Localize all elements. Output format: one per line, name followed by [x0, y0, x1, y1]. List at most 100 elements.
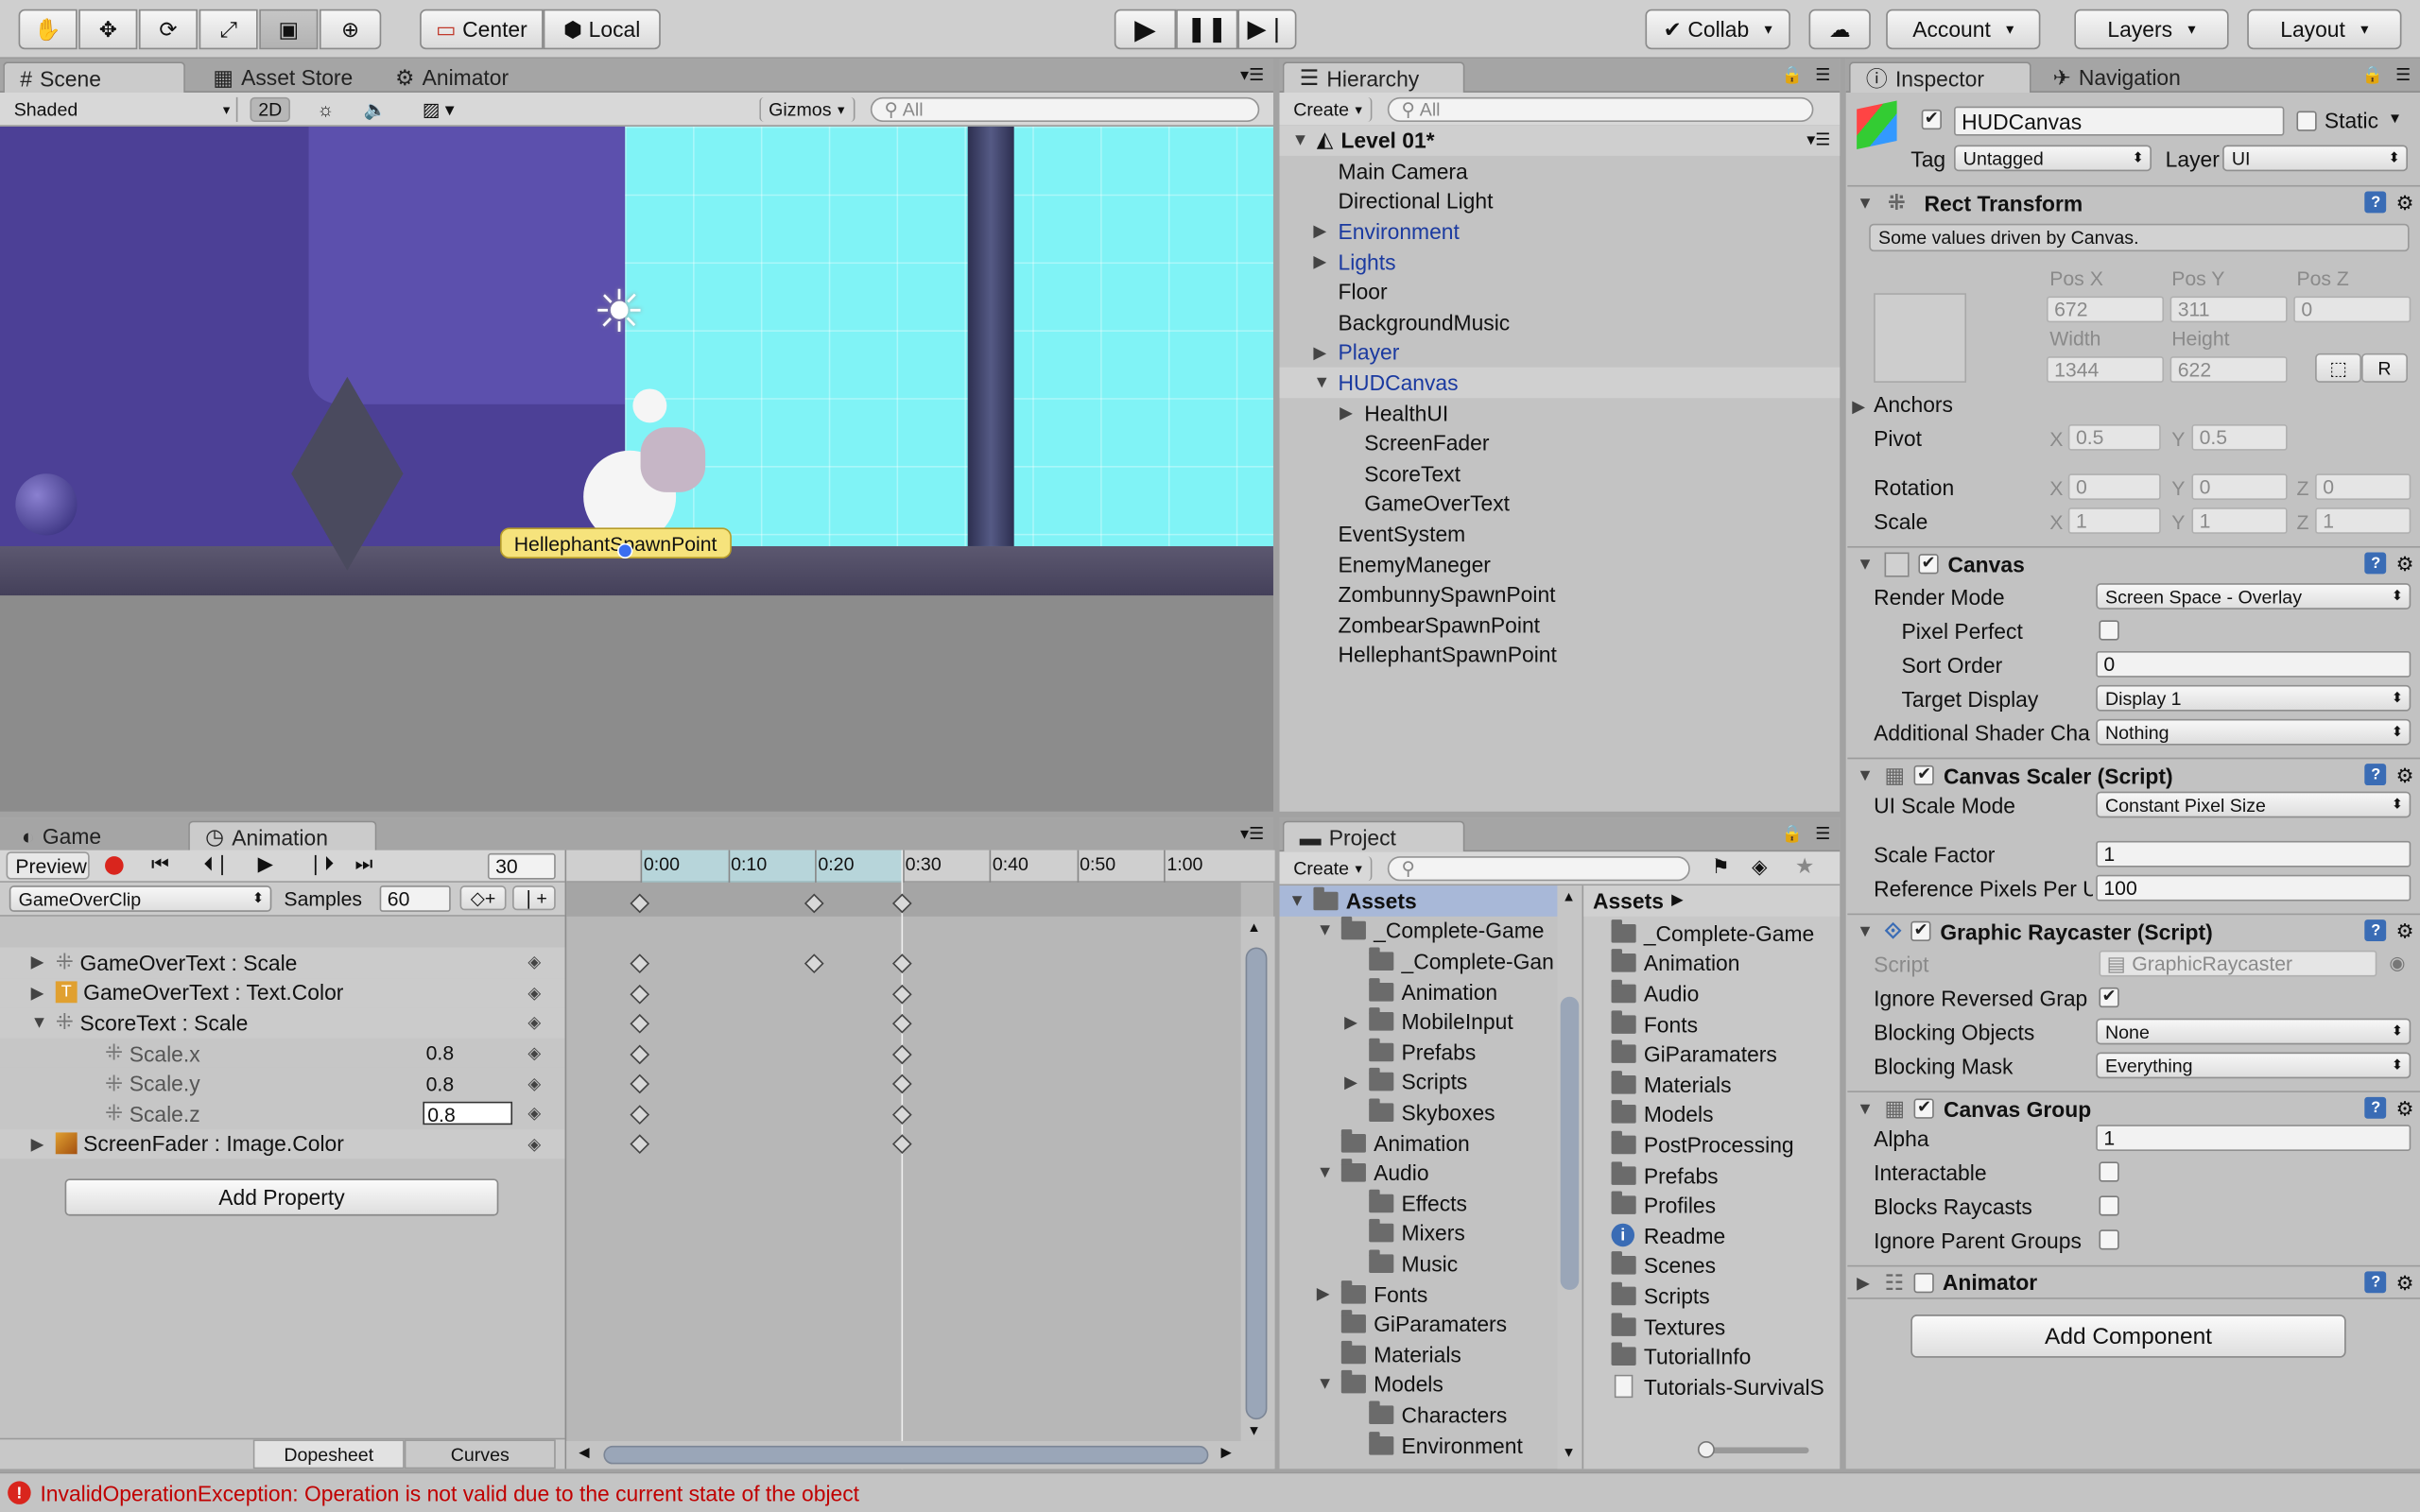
project-folder-item[interactable]: ▼ _Complete-Game [1280, 916, 1560, 946]
lock-icon[interactable]: 🔒 [1782, 824, 1803, 844]
sort-order-field[interactable]: 0 [2096, 650, 2411, 678]
panel-menu-icon[interactable]: ▾☰ [1240, 65, 1264, 85]
expand-arrow-icon[interactable]: ▼ [1288, 891, 1313, 910]
keyframe-marker[interactable] [891, 1074, 911, 1094]
canvas-scaler-header[interactable]: ▼ ▦ ✔ Canvas Scaler (Script) ? ⚙ [1847, 757, 2420, 792]
add-keyframe-button[interactable]: ◇+ [459, 885, 507, 911]
keyframe-marker[interactable] [891, 1105, 911, 1125]
gear-icon[interactable]: ⚙ [2396, 191, 2414, 215]
first-key-icon[interactable]: ⏮ [151, 851, 169, 876]
tab-project[interactable]: ▬ Project [1282, 820, 1465, 852]
keyframe-diamond-icon[interactable]: ◈ [527, 953, 541, 972]
project-folder-item[interactable]: ▼ Models [1280, 1369, 1560, 1400]
tab-animator[interactable]: ⚙ Animator [380, 61, 525, 93]
curves-tab[interactable]: Curves [404, 1439, 556, 1469]
posx-field[interactable]: 672 [2046, 296, 2165, 323]
width-field[interactable]: 1344 [2046, 356, 2165, 383]
hand-tool-button[interactable]: ✋ [18, 9, 78, 50]
script-field[interactable]: ▤ GraphicRaycaster [2099, 950, 2377, 977]
animator-component-header[interactable]: ▶ ☷ Animator ? ⚙ [1847, 1264, 2420, 1299]
project-folder-item[interactable]: _Complete-Gan [1280, 946, 1560, 976]
ui-scale-mode-dropdown[interactable]: Constant Pixel Size [2096, 791, 2411, 818]
assets-breadcrumb[interactable]: Assets ▶ [1583, 885, 1841, 917]
project-tree-scroll-thumb[interactable] [1560, 996, 1580, 1290]
expand-arrow-icon[interactable]: ▶ [31, 983, 56, 1003]
keyframe-diamond-icon[interactable]: ◈ [527, 1104, 541, 1124]
pause-button[interactable]: ❚❚ [1176, 9, 1238, 50]
pivot-y-field[interactable]: 0.5 [2191, 423, 2288, 451]
project-folder-item[interactable]: ▼ Audio [1280, 1158, 1560, 1188]
blocking-objects-dropdown[interactable]: None [2096, 1018, 2411, 1045]
hierarchy-item[interactable]: ▶ Environment [1280, 216, 1841, 247]
last-key-icon[interactable]: ⏭ [355, 851, 373, 876]
active-checkbox[interactable]: ✔ [1921, 109, 1942, 130]
anchors-row[interactable]: ▶ Anchors [1852, 392, 1953, 417]
animation-property-row[interactable]: ⁜ Scale.x 0.8 ◈ [0, 1038, 565, 1069]
favorite-star-icon[interactable]: ★ [1795, 853, 1815, 880]
panel-menu-icon[interactable]: ☰ [1815, 65, 1830, 85]
tab-inspector[interactable]: ⓘ Inspector [1848, 61, 2031, 93]
hierarchy-item[interactable]: ScoreText [1280, 458, 1841, 489]
asset-item[interactable]: Animation [1583, 948, 1840, 978]
scale-factor-field[interactable]: 1 [2096, 840, 2411, 868]
hierarchy-item[interactable]: HellephantSpawnPoint [1280, 640, 1841, 670]
hierarchy-item[interactable]: ▶ HealthUI [1280, 398, 1841, 428]
animation-property-value[interactable]: 0.8 [426, 1072, 455, 1094]
keyframe-marker[interactable] [891, 954, 911, 974]
keyframe-marker[interactable] [891, 984, 911, 1005]
frame-field[interactable]: 30 [487, 852, 556, 880]
project-folder-item[interactable]: Mixers [1280, 1218, 1560, 1248]
project-folder-item[interactable]: Animation [1280, 976, 1560, 1006]
rot-y-field[interactable]: 0 [2191, 473, 2288, 500]
static-checkbox[interactable] [2296, 111, 2317, 131]
keyframe-marker[interactable] [630, 1134, 650, 1155]
next-key-icon[interactable]: ❘⏵ [307, 851, 334, 876]
object-picker-icon[interactable]: ◉ [2389, 952, 2405, 973]
asset-item[interactable]: Fonts [1583, 1008, 1840, 1039]
keyframe-marker[interactable] [630, 1074, 650, 1094]
pivot-center-button[interactable]: ▭ Center [420, 9, 544, 50]
timeline-vscroll[interactable]: ▲ ▼ [1240, 916, 1275, 1441]
icon-size-slider[interactable] [1697, 1440, 1809, 1458]
gear-icon[interactable]: ⚙ [2396, 1271, 2414, 1296]
pivot-x-field[interactable]: 0.5 [2067, 423, 2161, 451]
animator-enabled-checkbox[interactable] [1912, 1272, 1934, 1293]
project-folder-item[interactable]: Effects [1280, 1188, 1560, 1218]
animation-property-row[interactable]: ▶ ScreenFader : Image.Color ◈ [0, 1128, 565, 1160]
keyframe-marker[interactable] [630, 1105, 650, 1125]
scale-y-field[interactable]: 1 [2191, 507, 2288, 534]
asset-item[interactable]: Tutorials-SurvivalS [1583, 1371, 1840, 1401]
rotate-tool-button[interactable]: ⟳ [138, 9, 198, 50]
project-folder-item[interactable]: ▶ MobileInput [1280, 1006, 1560, 1037]
asset-item[interactable]: Scenes [1583, 1250, 1840, 1280]
tab-game[interactable]: ◐ Game [7, 821, 117, 852]
lock-icon[interactable]: 🔒 [2362, 65, 2383, 85]
expand-arrow-icon[interactable]: ▼ [1317, 921, 1341, 940]
animation-property-row[interactable]: ▼ ⁜ ScoreText : Scale ◈ [0, 1007, 565, 1039]
project-folder-item[interactable]: GiParamaters [1280, 1309, 1560, 1339]
interactable-checkbox[interactable] [2099, 1161, 2119, 1182]
rot-x-field[interactable]: 0 [2067, 473, 2161, 500]
animation-property-value[interactable]: 0.8 [423, 1102, 513, 1126]
rect-transform-header[interactable]: ▼ ⁜ Rect Transform ? ⚙ [1847, 184, 2420, 219]
layer-dropdown[interactable]: UI [2222, 145, 2409, 172]
project-folder-item[interactable]: Animation [1280, 1127, 1560, 1158]
hierarchy-item[interactable]: ZombearSpawnPoint [1280, 610, 1841, 640]
hierarchy-item[interactable]: ▶ Lights [1280, 247, 1841, 277]
dopesheet-tab[interactable]: Dopesheet [252, 1439, 405, 1469]
keyframe-marker[interactable] [630, 1044, 650, 1065]
hierarchy-item[interactable]: Directional Light [1280, 186, 1841, 216]
play-anim-icon[interactable]: ▶ [258, 851, 273, 876]
lighting-toggle[interactable]: ☼ [305, 97, 345, 122]
help-book-icon[interactable]: ? [2364, 1271, 2387, 1294]
project-search-input[interactable]: ⚲ [1387, 856, 1690, 882]
rect-tool-button[interactable]: ▣ [259, 9, 319, 50]
canvas-scaler-enabled-checkbox[interactable]: ✔ [1913, 765, 1935, 786]
panel-menu-icon[interactable]: ▾☰ [1240, 824, 1264, 844]
height-field[interactable]: 622 [2169, 356, 2288, 383]
target-display-dropdown[interactable]: Display 1 [2096, 684, 2411, 712]
asset-item[interactable]: _Complete-Game [1583, 918, 1840, 948]
blocking-mask-dropdown[interactable]: Everything [2096, 1052, 2411, 1079]
collab-dropdown[interactable]: ✔ Collab [1645, 9, 1790, 50]
add-component-button[interactable]: Add Component [1910, 1314, 2346, 1358]
